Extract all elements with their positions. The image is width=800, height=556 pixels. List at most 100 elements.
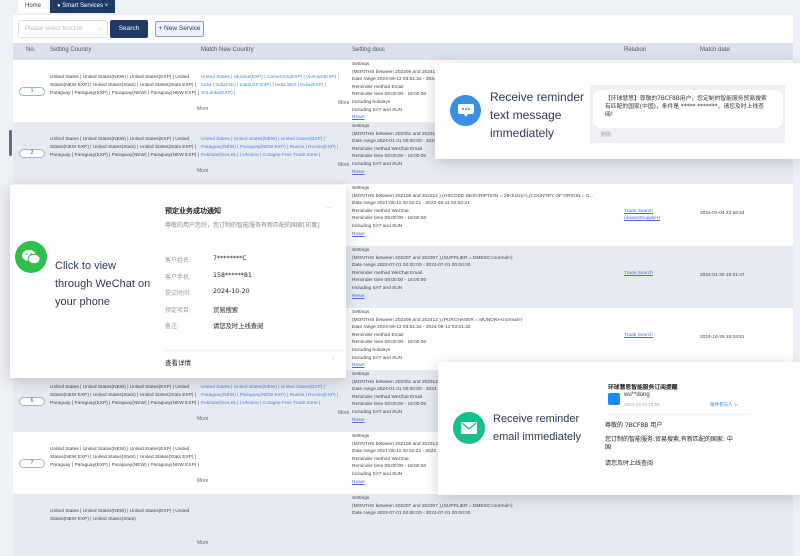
chevron-right-icon: › [332, 354, 335, 363]
desc-line: Settings [352, 496, 370, 501]
relation-label: Trade Search [624, 209, 653, 214]
scrollbar[interactable] [9, 130, 12, 156]
row-number-button[interactable]: 7 [19, 459, 45, 468]
col-setting-desc: Setting desc [352, 47, 386, 53]
match-country-cell: United States | Ukraine(EXP) | Cameroon(… [201, 75, 339, 96]
desc-line: Including holidays [352, 347, 391, 353]
match-more-link[interactable]: More [338, 410, 349, 416]
match-country-cell: United States | United States(NEW) | Uni… [201, 137, 339, 158]
desc-line: Date range 2022-07-01 00:00:00 - 2023-07… [352, 263, 471, 269]
desc-line: Reminder time 08:00:00 - 18:00:00 [352, 216, 427, 222]
reset-link[interactable]: Reset [352, 363, 365, 368]
email-popup: Receive reminder email immediately 环球慧思智… [438, 362, 800, 495]
table-header: No. Setting Country Match New Country Se… [13, 43, 793, 60]
setting-desc-cell: Settings (MONTHS between 202108 and 20221… [352, 185, 622, 238]
relation-label: Trade Search [624, 271, 653, 276]
match-more-link[interactable]: More [338, 100, 349, 106]
desc-line: Settings [352, 186, 370, 191]
field-label: 预定项目: [165, 306, 192, 314]
reset-link[interactable]: Reset [352, 115, 365, 120]
desc-line: Reminder method Email [352, 332, 404, 338]
match-country-cell: United States | United States(NEW) | Uni… [201, 385, 339, 406]
function-select[interactable]: Please select function ⌄ [18, 20, 108, 38]
relation-label: Trade Search [624, 333, 653, 338]
row-number-button[interactable]: 2 [19, 149, 45, 158]
reset-link[interactable]: Reset [352, 170, 365, 175]
desc-line: (MONTHS between 202207 and 202307 ),(SUP… [352, 503, 513, 509]
tab-bar: Home ● Smart Services × [18, 0, 116, 13]
country-more-link[interactable]: More [197, 106, 208, 112]
reset-link[interactable]: Reset [352, 294, 365, 299]
sms-popup: Receive reminder text message immediatel… [435, 63, 800, 159]
desc-line: (MONTHS between 202207 and 202307 ),(SUP… [352, 255, 513, 261]
match-date-cell: 2024-10-25 18:18:51 [700, 335, 745, 340]
desc-line: Date range 2021-08-11 02:52:21 - 2022-08… [352, 201, 470, 207]
tab-home[interactable]: Home [18, 0, 49, 13]
email-time: 2024-10-20 15:58 [624, 402, 660, 407]
setting-country-cell: United States | United States(NEW) | Uni… [50, 137, 199, 158]
match-date-cell: 2024-01-30 19:31:47 [700, 273, 745, 278]
desc-line: Date range 2023-09-13 03:51:32 - 2024-09… [352, 325, 471, 331]
sms-timestamp: 刚刚 [601, 132, 612, 138]
sms-message: 【环球慧思】尊敬的7BCF8B用户，您定制的智能服务贸易搜索有匹配的国家(中国)… [593, 90, 783, 128]
country-more-link[interactable]: More [197, 540, 208, 546]
desc-line: Including SAT and SUN [352, 285, 403, 291]
email-sender: wu**dong [624, 392, 650, 398]
email-body: 您订制的智能服务:贸易搜索,有新匹配的国家: 中国 [605, 436, 733, 451]
email-subject: 环球慧思智能服务订阅提醒 [608, 385, 678, 391]
field-label: 客户姓名: [165, 257, 192, 264]
desc-line: Settings [352, 310, 370, 315]
relation-link[interactable]: Trade Search [624, 332, 653, 339]
setting-country-cell: United States | United States(NEW) | Uni… [50, 75, 199, 96]
row-number-button[interactable]: 6 [19, 397, 45, 406]
sms-message-box: 【环球慧思】尊敬的7BCF8B用户，您定制的智能服务贸易搜索有匹配的国家(中国)… [590, 85, 785, 143]
country-more-link[interactable]: More [197, 168, 208, 174]
match-more-link[interactable]: More [338, 162, 349, 168]
sender-avatar [608, 393, 620, 405]
search-button[interactable]: Search [110, 20, 148, 38]
function-select-placeholder: Please select function [25, 26, 84, 32]
col-match-new-country: Match New Country [201, 47, 254, 53]
relation-link[interactable]: Trade Search (newestSupplier) [624, 208, 660, 222]
setting-desc-cell: Settings (MONTHS between 202309 and 20241… [352, 309, 622, 370]
setting-country-cell: United States | United States(NEW) | Uni… [50, 447, 199, 468]
setting-country-cell: United States | United States(NEW) | Uni… [50, 385, 199, 406]
tab-smart-services[interactable]: ● Smart Services × [50, 0, 116, 13]
reset-link[interactable]: Reset [352, 480, 365, 485]
desc-line: (MONTHS between 202108 and 202212 ),(HSC… [352, 193, 594, 199]
desc-line: Date range 2022-07-01 00:00:00 - 2023-07… [352, 511, 471, 517]
chevron-down-icon: ⌄ [96, 26, 102, 32]
wechat-card-title: 预定业务成功通知 [165, 207, 221, 215]
wechat-popup: Click to view through WeChat on your pho… [10, 185, 346, 378]
field-label: 客户手机: [165, 273, 192, 281]
relation-link[interactable]: Trade Search [624, 270, 653, 277]
view-details-link[interactable]: 查看详情 [165, 357, 191, 367]
reset-link[interactable]: Reset [352, 418, 365, 423]
field-value: 7********C [213, 255, 247, 262]
new-service-button[interactable]: + New Service [155, 21, 204, 37]
desc-line: Including SAT and SUN [352, 161, 403, 167]
row-number-button[interactable]: 1 [19, 87, 45, 96]
field-value: 贸易搜索 [213, 306, 239, 314]
country-more-link[interactable]: More [197, 478, 208, 484]
divider [165, 350, 345, 351]
table-row: United States | United States(NEW) | Uni… [13, 494, 793, 556]
wechat-title: Click to view through WeChat on your pho… [55, 260, 151, 308]
country-more-link[interactable]: More [197, 416, 208, 422]
sms-icon [450, 95, 481, 126]
setting-country-cell: United States | United States(NEW) | Uni… [50, 509, 190, 522]
col-relation: Relation [624, 47, 647, 53]
wechat-icon [15, 241, 47, 273]
field-label: 提交时间: [165, 290, 192, 297]
email-recipients-link[interactable]: 邮件参与人 > [710, 402, 738, 408]
field-value: 2024-10-20 [213, 288, 250, 295]
email-icon [453, 412, 485, 444]
more-options-icon[interactable]: ··· [325, 204, 332, 211]
field-value: 158******81 [213, 271, 252, 279]
col-no: No. [26, 47, 36, 53]
desc-line: Reminder method WeChat [352, 208, 409, 214]
relation-sub: (newestSupplier) [624, 216, 660, 221]
email-greeting: 尊敬的 7BCF8B 用户 [605, 422, 663, 429]
reset-link[interactable]: Reset [352, 232, 365, 237]
desc-line: Reminder time 08:00:00 - 18:00:00 [352, 278, 427, 284]
